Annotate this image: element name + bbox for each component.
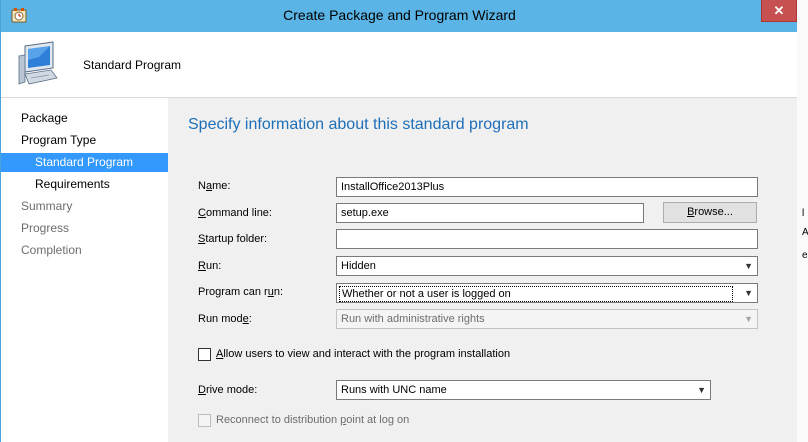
edge-text: e xyxy=(802,250,808,261)
wizard-content: Specify information about this standard … xyxy=(168,98,798,442)
allow-interact-label[interactable]: Allow users to view and interact with th… xyxy=(216,348,510,360)
background-window-edge xyxy=(797,0,808,442)
wizard-nav: Package Program Type Standard Program Re… xyxy=(1,98,168,442)
page-heading: Specify information about this standard … xyxy=(188,116,529,133)
startup-folder-label: Startup folder: xyxy=(198,233,268,245)
chevron-down-icon: ▼ xyxy=(744,314,753,324)
nav-item-summary: Summary xyxy=(21,199,73,213)
run-mode-select: Run with administrative rights ▼ xyxy=(336,309,758,329)
nav-item-completion: Completion xyxy=(21,243,82,257)
run-mode-selected-value: Run with administrative rights xyxy=(341,313,485,325)
drive-mode-label: Drive mode: xyxy=(198,384,258,396)
chevron-down-icon: ▼ xyxy=(744,288,753,298)
nav-item-requirements[interactable]: Requirements xyxy=(1,175,168,194)
run-select[interactable]: Hidden ▼ xyxy=(336,256,758,276)
nav-item-progress: Progress xyxy=(21,221,70,235)
drive-mode-select[interactable]: Runs with UNC name ▼ xyxy=(336,380,711,400)
drive-mode-selected-value: Runs with UNC name xyxy=(341,384,447,396)
browse-button[interactable]: Browse... xyxy=(663,202,757,223)
run-label: Run: xyxy=(198,260,222,272)
run-selected-value: Hidden xyxy=(341,260,376,272)
close-icon: ✕ xyxy=(773,2,785,18)
window-title: Create Package and Program Wizard xyxy=(283,7,516,23)
command-line-input[interactable]: setup.exe xyxy=(336,203,644,223)
startup-folder-input[interactable] xyxy=(336,229,758,249)
reconnect-checkbox xyxy=(198,414,211,427)
command-line-label: Command line: xyxy=(198,207,272,219)
computer-icon xyxy=(18,41,58,85)
title-bar[interactable]: Create Package and Program Wizard ✕ xyxy=(1,0,798,32)
close-button[interactable]: ✕ xyxy=(761,0,797,22)
program-can-run-label: Program can run: xyxy=(198,286,284,298)
chevron-down-icon: ▼ xyxy=(744,261,753,271)
name-input[interactable]: InstallOffice2013Plus xyxy=(336,177,758,197)
program-can-run-select[interactable]: Whether or not a user is logged on ▼ xyxy=(336,283,758,303)
program-can-run-selected-value: Whether or not a user is logged on xyxy=(339,286,733,302)
nav-item-package[interactable]: Package xyxy=(1,109,168,128)
nav-item-program-type[interactable]: Program Type xyxy=(1,131,168,150)
chevron-down-icon: ▼ xyxy=(697,385,706,395)
run-mode-label: Run mode: xyxy=(198,313,252,325)
nav-item-standard-program[interactable]: Standard Program xyxy=(1,153,168,172)
wizard-header: Standard Program xyxy=(1,32,798,98)
header-title: Standard Program xyxy=(83,58,182,72)
allow-interact-checkbox[interactable] xyxy=(198,348,211,361)
name-label: Name: xyxy=(198,180,231,192)
wizard-window: Create Package and Program Wizard ✕ Stan… xyxy=(0,0,798,442)
edge-text: l xyxy=(802,208,805,219)
edge-text: A xyxy=(802,227,808,238)
reconnect-label: Reconnect to distribution point at log o… xyxy=(216,414,410,426)
